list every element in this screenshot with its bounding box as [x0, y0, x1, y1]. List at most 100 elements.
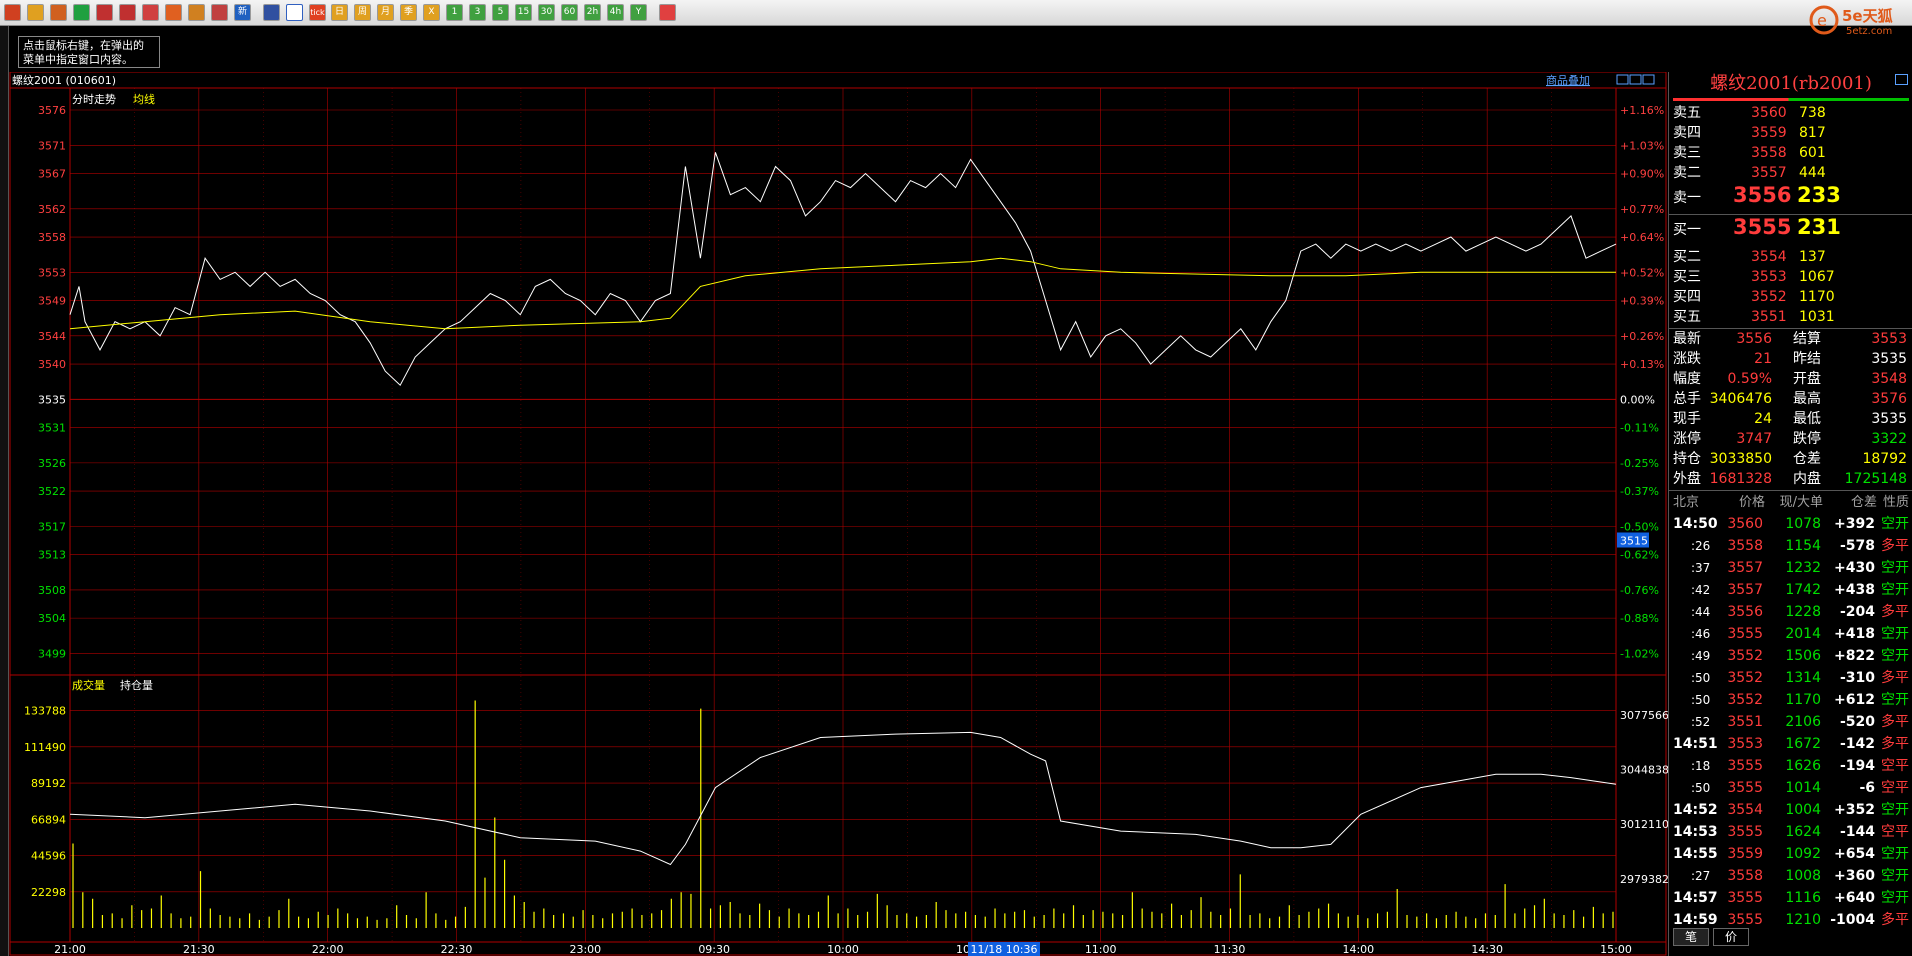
- ask-row: 卖四 3559 817: [1669, 124, 1912, 143]
- toolbar-month-button[interactable]: 月: [377, 4, 394, 21]
- toolbar-pen-button[interactable]: [165, 4, 182, 21]
- tick-price: 3555: [1727, 824, 1763, 840]
- bid-label: 买五: [1673, 309, 1701, 325]
- stat-label: 跌停: [1793, 431, 1821, 447]
- toolbar-quarter-button[interactable]: 季: [400, 4, 417, 21]
- toolbar-tile-button[interactable]: [50, 4, 67, 21]
- toolbar-week-button[interactable]: 周: [354, 4, 371, 21]
- ask-label: 卖一: [1673, 190, 1701, 206]
- tick-volume: 1004: [1785, 802, 1821, 818]
- toolbar-table-button[interactable]: [263, 4, 280, 21]
- tick-price: 3557: [1727, 582, 1763, 598]
- tick-row: 14:53 3555 1624 -144 空平: [1669, 821, 1912, 843]
- price-tick-label: 3526: [38, 457, 66, 470]
- tick-volume: 1008: [1785, 868, 1821, 884]
- ask-label: 卖五: [1673, 105, 1701, 121]
- toolbar-1-button[interactable]: 1: [446, 4, 463, 21]
- hint-box: 点击鼠标右键，在弹出的 菜单中指定窗口内容。: [18, 36, 160, 68]
- stat-value: 3548: [1871, 371, 1907, 387]
- stat-value: 1681328: [1709, 471, 1772, 487]
- toolbar-doc-button[interactable]: [27, 4, 44, 21]
- toolbar-chart-button[interactable]: [286, 4, 303, 21]
- tick-time: 14:57: [1673, 890, 1718, 906]
- tick-oi-diff: +438: [1834, 582, 1875, 598]
- overlay-link[interactable]: 商品叠加: [1546, 73, 1590, 87]
- tick-price: 3555: [1727, 626, 1763, 642]
- tick-oi-diff: -142: [1839, 736, 1875, 752]
- time-tick-label: 11:00: [1085, 943, 1117, 956]
- tick-price: 3560: [1727, 516, 1763, 532]
- ask-price: 3559: [1751, 125, 1787, 141]
- toolbar-zoom-in-button[interactable]: [96, 4, 113, 21]
- tick-volume: 2014: [1785, 626, 1821, 642]
- ticks-header: 北京 价格 现/大单 仓差 性质: [1669, 492, 1912, 514]
- tick-price: 3551: [1727, 714, 1763, 730]
- tick-nature: 空开: [1881, 626, 1909, 642]
- price-tick-label: 3531: [38, 422, 66, 435]
- intraday-chart[interactable]: 螺纹2001 (010601) 商品叠加 3576 +1.16% 3571 +1.03% 3…: [0, 72, 1668, 956]
- tick-time: 14:55: [1673, 846, 1718, 862]
- view-mode-icon[interactable]: [1616, 74, 1629, 85]
- stat-label: 仓差: [1793, 451, 1821, 467]
- toolbar-refresh-button[interactable]: [73, 4, 90, 21]
- stat-row: 外盘 1681328 内盘 1725148: [1669, 470, 1912, 489]
- toolbar-15-button[interactable]: 15: [515, 4, 532, 21]
- toolbar-5-button[interactable]: 5: [492, 4, 509, 21]
- price-legend-avg: 均线: [133, 92, 155, 106]
- tick-oi-diff: -520: [1839, 714, 1875, 730]
- pct-tick-label: -0.25%: [1620, 457, 1659, 470]
- toolbar-zoom-out-button[interactable]: [119, 4, 136, 21]
- toolbar-new-button[interactable]: 新: [234, 4, 251, 21]
- tick-volume: 1116: [1785, 890, 1821, 906]
- pct-tick-label: -0.76%: [1620, 584, 1659, 597]
- toolbar-2h-button[interactable]: 2h: [584, 4, 601, 21]
- volume-tick-label: 66894: [31, 813, 66, 826]
- price-tick-label: 3517: [38, 520, 66, 533]
- tick-row: 14:50 3560 1078 +392 空开: [1669, 513, 1912, 535]
- cursor-time: 11/18 10:36: [971, 943, 1038, 956]
- buy-sell-ratio-bar: [1673, 98, 1909, 101]
- tick-oi-diff: -6: [1859, 780, 1875, 796]
- tick-time: :46: [1691, 627, 1711, 641]
- toolbar-year-button[interactable]: Y: [630, 4, 647, 21]
- ask-label: 卖四: [1673, 125, 1701, 141]
- tick-row: :44 3556 1228 -204 多平: [1669, 601, 1912, 623]
- view-mode-icon[interactable]: [1642, 74, 1655, 85]
- toolbar-home-button[interactable]: [4, 4, 21, 21]
- toolbar-hand-button[interactable]: [188, 4, 205, 21]
- tick-row: :18 3555 1626 -194 空平: [1669, 755, 1912, 777]
- logo-sub: 5etz.com: [1846, 26, 1892, 37]
- bottom-tab-1[interactable]: 价: [1713, 928, 1749, 946]
- toolbar-day-button[interactable]: 日: [331, 4, 348, 21]
- bottom-tab-0[interactable]: 笔: [1673, 928, 1709, 946]
- toolbar-window-button[interactable]: [142, 4, 159, 21]
- bid-row: 买二 3554 137: [1669, 248, 1912, 267]
- toolbar-3-button[interactable]: 3: [469, 4, 486, 21]
- tick-time: :49: [1691, 649, 1711, 663]
- ask-volume: 444: [1799, 165, 1826, 181]
- view-mode-icon[interactable]: [1629, 74, 1642, 85]
- time-tick-label: 09:30: [698, 943, 730, 956]
- toolbar-tick-button[interactable]: tick: [309, 4, 326, 21]
- toolbar-calc-button[interactable]: [659, 4, 676, 21]
- panel-toggle-icon[interactable]: [1895, 74, 1908, 85]
- tick-time: :37: [1691, 561, 1711, 575]
- tick-row: 14:57 3555 1116 +640 空开: [1669, 887, 1912, 909]
- tick-row: 14:55 3559 1092 +654 空开: [1669, 843, 1912, 865]
- toolbar-filter-button[interactable]: [211, 4, 228, 21]
- pct-tick-label: +0.90%: [1620, 168, 1664, 181]
- bid-volume: 1031: [1799, 309, 1835, 325]
- tick-oi-diff: -194: [1839, 758, 1875, 774]
- price-tick-label: 3549: [38, 295, 66, 308]
- tick-row: :52 3551 2106 -520 多平: [1669, 711, 1912, 733]
- toolbar-60-button[interactable]: 60: [561, 4, 578, 21]
- tick-nature: 空开: [1881, 802, 1909, 818]
- stats-divider: [1669, 328, 1912, 329]
- toolbar-x-button[interactable]: X: [423, 4, 440, 21]
- ask-label: 卖三: [1673, 145, 1701, 161]
- tick-oi-diff: -310: [1839, 670, 1875, 686]
- toolbar-4h-button[interactable]: 4h: [607, 4, 624, 21]
- price-tick-label: 3567: [38, 168, 66, 181]
- stat-value: 3576: [1871, 391, 1907, 407]
- toolbar-30-button[interactable]: 30: [538, 4, 555, 21]
